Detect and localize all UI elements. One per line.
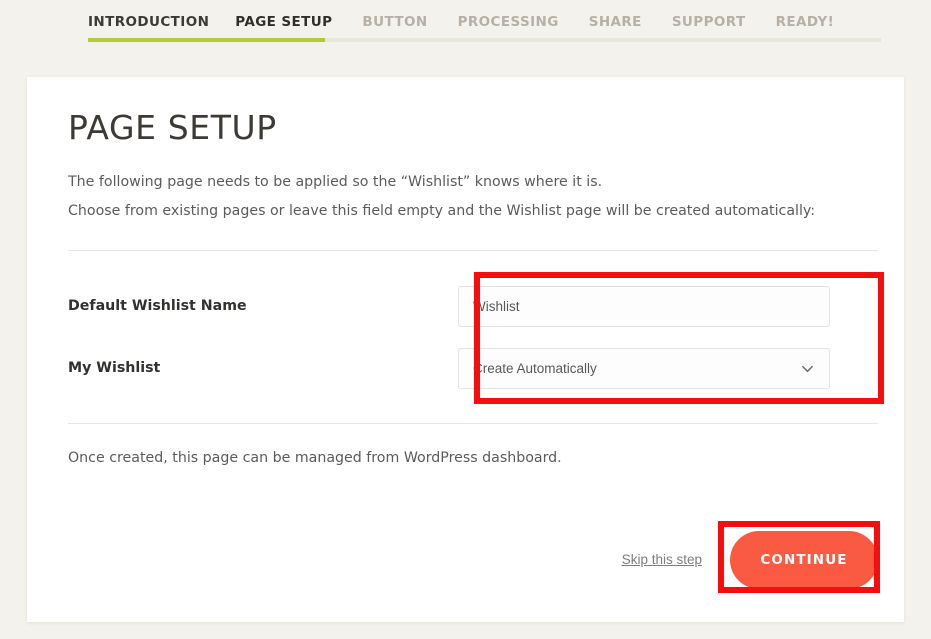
tab-share[interactable]: SHARE [589,13,672,31]
setup-card: PAGE SETUP The following page needs to b… [27,77,904,622]
intro-line-1: The following page needs to be applied s… [68,174,603,190]
divider-bottom [68,423,878,424]
page-title: PAGE SETUP [68,108,277,147]
my-wishlist-select[interactable]: Create Automatically [458,347,830,389]
continue-button[interactable]: CONTINUE [730,531,878,589]
label-my-wishlist: My Wishlist [68,360,161,376]
wizard-progress-track [88,38,881,42]
skip-this-step-link[interactable]: Skip this step [622,552,702,567]
wizard-nav: INTRODUCTION PAGE SETUP BUTTON PROCESSIN… [0,0,931,46]
dashboard-note: Once created, this page can be managed f… [68,450,562,466]
divider-top [68,250,878,251]
default-name-field-wrap [458,285,830,327]
tab-button[interactable]: BUTTON [362,13,457,31]
tab-introduction[interactable]: INTRODUCTION [88,13,235,31]
form-row-default-name: Default Wishlist Name [68,285,878,327]
my-wishlist-field-wrap: Create Automatically [458,347,830,389]
my-wishlist-select-value: Create Automatically [473,360,597,376]
form-row-my-wishlist: My Wishlist Create Automatically [68,347,878,389]
card-actions: Skip this step CONTINUE [68,529,878,591]
tab-ready[interactable]: READY! [776,13,861,31]
wizard-tabs: INTRODUCTION PAGE SETUP BUTTON PROCESSIN… [88,13,860,31]
tab-support[interactable]: SUPPORT [672,13,776,31]
intro-line-2: Choose from existing pages or leave this… [68,203,816,219]
default-wishlist-name-input[interactable] [458,285,830,327]
chevron-down-icon [800,361,815,376]
tab-page-setup[interactable]: PAGE SETUP [235,13,362,31]
intro-text: The following page needs to be applied s… [68,172,878,230]
tab-processing[interactable]: PROCESSING [458,13,589,31]
wizard-progress-fill [88,38,325,42]
label-default-wishlist-name: Default Wishlist Name [68,298,247,314]
